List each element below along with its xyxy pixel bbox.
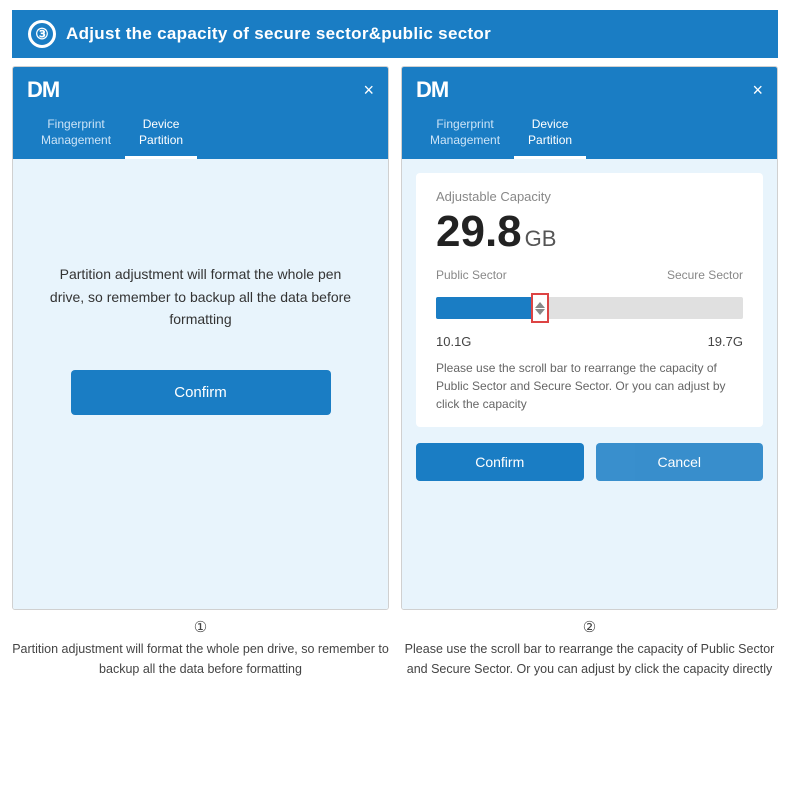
sectors-labels: Public Sector Secure Sector — [436, 268, 743, 282]
capacity-value-display: 29.8 GB — [436, 210, 743, 254]
slider-track — [436, 297, 743, 319]
footer-left-panel: ① Partition adjustment will format the w… — [12, 618, 389, 679]
panels-row: DM × FingerprintManagement DevicePartiti… — [0, 66, 790, 610]
step-number: ③ — [35, 25, 48, 43]
right-close-button[interactable]: × — [752, 81, 763, 99]
capacity-number: 29.8 — [436, 210, 522, 254]
sizes-row: 10.1G 19.7G — [436, 334, 743, 349]
left-tab-device-partition[interactable]: DevicePartition — [125, 111, 197, 159]
left-confirm-button[interactable]: Confirm — [71, 370, 331, 415]
right-titlebar: DM × — [402, 67, 777, 111]
action-buttons: Confirm Cancel — [416, 443, 763, 481]
capacity-unit: GB — [525, 228, 557, 250]
capacity-slider-container[interactable] — [436, 286, 743, 330]
right-window-content: Adjustable Capacity 29.8 GB Public Secto… — [402, 159, 777, 609]
slider-thumb[interactable] — [531, 293, 549, 323]
cancel-button[interactable]: Cancel — [596, 443, 764, 481]
secure-sector-label: Secure Sector — [667, 268, 743, 282]
public-size-value: 10.1G — [436, 334, 471, 349]
secure-size-value: 19.7G — [708, 334, 743, 349]
warning-text: Partition adjustment will format the who… — [47, 263, 354, 330]
left-btn-row: Confirm — [47, 370, 354, 415]
adjustable-capacity-label: Adjustable Capacity — [436, 189, 743, 204]
footer-left-desc: Partition adjustment will format the who… — [12, 640, 389, 679]
left-dm-logo: DM — [27, 77, 59, 103]
left-titlebar: DM × — [13, 67, 388, 111]
left-tabbar: FingerprintManagement DevicePartition — [13, 111, 388, 159]
right-tab-device-partition[interactable]: DevicePartition — [514, 111, 586, 159]
thumb-arrow-down-icon — [535, 309, 545, 315]
step-circle: ③ — [28, 20, 56, 48]
right-dm-window: DM × FingerprintManagement DevicePartiti… — [401, 66, 778, 610]
thumb-arrow-up-icon — [535, 302, 545, 308]
left-dm-window: DM × FingerprintManagement DevicePartiti… — [12, 66, 389, 610]
right-tabbar: FingerprintManagement DevicePartition — [402, 111, 777, 159]
footer-row: ① Partition adjustment will format the w… — [0, 610, 790, 683]
footer-right-num: ② — [401, 618, 778, 636]
header-title: Adjust the capacity of secure sector&pub… — [66, 24, 491, 44]
footer-right-desc: Please use the scroll bar to rearrange t… — [401, 640, 778, 679]
footer-right-panel: ② Please use the scroll bar to rearrange… — [401, 618, 778, 679]
footer-left-num: ① — [12, 618, 389, 636]
slider-fill — [436, 297, 540, 319]
hint-text: Please use the scroll bar to rearrange t… — [436, 359, 743, 413]
right-confirm-button[interactable]: Confirm — [416, 443, 584, 481]
right-dm-logo: DM — [416, 77, 448, 103]
capacity-card: Adjustable Capacity 29.8 GB Public Secto… — [416, 173, 763, 427]
left-window-content: Partition adjustment will format the who… — [13, 159, 388, 609]
left-close-button[interactable]: × — [363, 81, 374, 99]
left-tab-fingerprint[interactable]: FingerprintManagement — [27, 111, 125, 159]
right-tab-fingerprint[interactable]: FingerprintManagement — [416, 111, 514, 159]
header-banner: ③ Adjust the capacity of secure sector&p… — [12, 10, 778, 58]
warning-box: Partition adjustment will format the who… — [27, 173, 374, 435]
public-sector-label: Public Sector — [436, 268, 507, 282]
